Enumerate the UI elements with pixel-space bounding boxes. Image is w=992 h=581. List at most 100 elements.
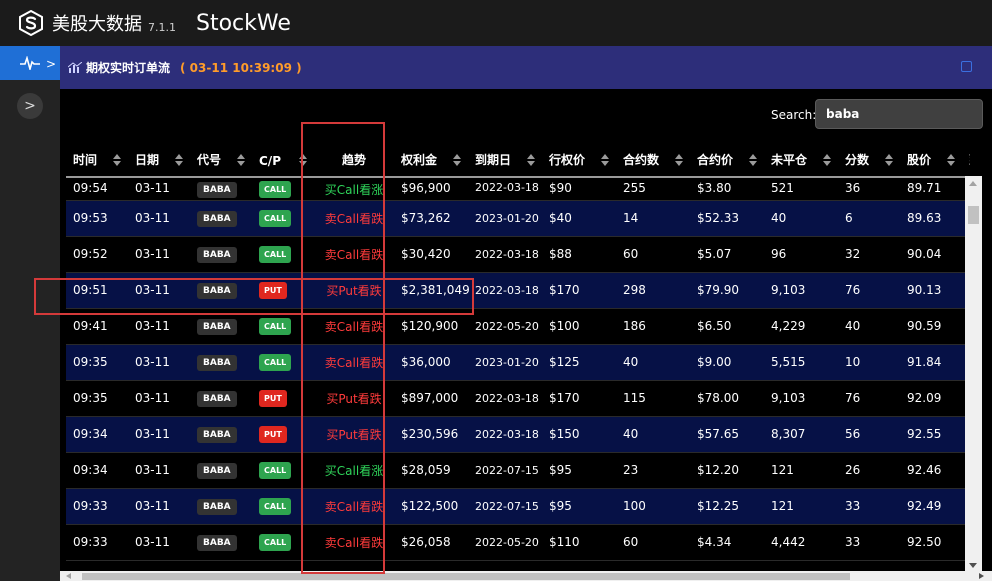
- cell-oi: 4,229: [764, 308, 838, 345]
- column-header[interactable]: 时间: [66, 141, 128, 178]
- column-header[interactable]: 到期天: [962, 141, 970, 178]
- column-header[interactable]: 股价: [900, 141, 962, 178]
- cell-ticker: BABA: [190, 524, 252, 561]
- sort-icon[interactable]: [675, 154, 684, 166]
- cell-premium: $73,262: [394, 200, 468, 237]
- column-header-label: C/P: [259, 154, 281, 168]
- cell-price: $12.25: [690, 488, 764, 525]
- cell-expiry: 2022-07-15: [468, 488, 542, 525]
- scrollbar-thumb[interactable]: [968, 206, 979, 224]
- table-row[interactable]: 09:51 03-11 BABA PUT 买Put看跌 $2,381,049 2022-03…: [66, 272, 970, 309]
- cp-badge: CALL: [259, 181, 292, 198]
- cell-time: 09:33: [66, 488, 128, 525]
- cell-score: 40: [838, 308, 900, 345]
- ticker-badge[interactable]: BABA: [197, 318, 237, 335]
- ticker-badge[interactable]: BABA: [197, 534, 237, 551]
- sidebar-item-realtime[interactable]: >: [0, 46, 60, 80]
- cell-premium: $897,000: [394, 380, 468, 417]
- cell-oi: 4,442: [764, 524, 838, 561]
- cell-trend: 买Put看跌: [314, 380, 394, 417]
- maximize-button[interactable]: [961, 61, 972, 72]
- column-header[interactable]: 分数: [838, 141, 900, 178]
- sort-icon[interactable]: [175, 154, 184, 166]
- table-row[interactable]: 09:41 03-11 BABA CALL 卖Call看跌 $120,900 2022-05…: [66, 308, 970, 345]
- cell-trend: 卖Call看跌: [314, 236, 394, 273]
- ticker-badge[interactable]: BABA: [197, 426, 237, 443]
- ticker-badge[interactable]: BABA: [197, 246, 237, 263]
- sort-icon[interactable]: [823, 154, 832, 166]
- cell-stock: 90.04: [900, 236, 962, 273]
- cell-ticker: BABA: [190, 452, 252, 489]
- cell-trend: 卖Call看跌: [314, 524, 394, 561]
- ticker-badge[interactable]: BABA: [197, 462, 237, 479]
- column-header[interactable]: C/P: [252, 141, 314, 178]
- cell-strike: $100: [542, 308, 616, 345]
- cell-score: 32: [838, 236, 900, 273]
- trend-label: 卖Call看跌: [324, 499, 384, 514]
- cell-expiry: 2023-01-20: [468, 200, 542, 237]
- cell-time: 09:54: [66, 177, 128, 201]
- table-row[interactable]: 09:34 03-11 BABA CALL 买Call看涨 $28,059 2022-07-…: [66, 452, 970, 489]
- sort-icon[interactable]: [947, 154, 956, 166]
- scroll-up-icon[interactable]: [969, 181, 977, 186]
- sidebar-expand-button[interactable]: >: [17, 93, 43, 119]
- cell-oi: 9,103: [764, 272, 838, 309]
- cp-badge: PUT: [259, 389, 287, 407]
- column-header[interactable]: 代号: [190, 141, 252, 178]
- table-row[interactable]: 09:35 03-11 BABA CALL 卖Call看跌 $36,000 2023-01-…: [66, 344, 970, 381]
- cell-score: 33: [838, 524, 900, 561]
- orders-table-container: 时间 日期 代号 C/P 趋势 权利金 到期日 行权价 合约数 合约价 未平仓 分数 股价 到期天 09:…: [66, 141, 970, 573]
- scroll-left-icon[interactable]: [66, 573, 71, 579]
- cell-oi: 521: [764, 177, 838, 201]
- ticker-badge[interactable]: BABA: [197, 498, 237, 515]
- ticker-badge[interactable]: BABA: [197, 354, 237, 371]
- scroll-right-icon[interactable]: [979, 573, 984, 579]
- ticker-badge[interactable]: BABA: [197, 210, 237, 227]
- ticker-badge[interactable]: BABA: [197, 282, 237, 299]
- search-input[interactable]: baba: [815, 99, 983, 129]
- column-header[interactable]: 行权价: [542, 141, 616, 178]
- horizontal-scrollbar[interactable]: [60, 571, 992, 581]
- scroll-down-icon[interactable]: [969, 563, 977, 568]
- hscrollbar-thumb[interactable]: [82, 573, 850, 580]
- cell-strike: $170: [542, 380, 616, 417]
- panel-header: 期权实时订单流 ( 03-11 10:39:09 ): [60, 46, 992, 89]
- app-version: 7.1.1: [148, 20, 176, 34]
- trend-label: 卖Call看跌: [324, 211, 384, 226]
- column-header[interactable]: 合约价: [690, 141, 764, 178]
- cell-time: 09:33: [66, 524, 128, 561]
- cell-stock: 92.49: [900, 488, 962, 525]
- sort-icon[interactable]: [237, 154, 246, 166]
- column-header[interactable]: 权利金: [394, 141, 468, 178]
- sort-icon[interactable]: [527, 154, 536, 166]
- cell-date: 03-11: [128, 200, 190, 237]
- sort-icon[interactable]: [749, 154, 758, 166]
- table-row[interactable]: 09:52 03-11 BABA CALL 卖Call看跌 $30,420 2022-03-…: [66, 236, 970, 273]
- ticker-badge[interactable]: BABA: [197, 182, 237, 198]
- sort-icon[interactable]: [601, 154, 610, 166]
- table-row[interactable]: 09:53 03-11 BABA CALL 卖Call看跌 $73,262 2023-01-…: [66, 200, 970, 237]
- column-header[interactable]: 趋势: [314, 141, 394, 178]
- column-header[interactable]: 合约数: [616, 141, 690, 178]
- sort-icon[interactable]: [453, 154, 462, 166]
- table-row[interactable]: 09:33 03-11 BABA CALL 卖Call看跌 $26,058 2022-05-…: [66, 524, 970, 561]
- sort-icon[interactable]: [299, 154, 308, 166]
- trend-label: 卖Call看跌: [324, 355, 384, 370]
- vertical-scrollbar[interactable]: [965, 176, 982, 573]
- column-header[interactable]: 日期: [128, 141, 190, 178]
- sort-icon[interactable]: [113, 154, 122, 166]
- cell-cp: PUT: [252, 380, 314, 417]
- column-header-label: 到期天: [969, 153, 970, 167]
- table-row[interactable]: 09:54 03-11 BABA CALL 买Call看涨 $96,900 2022-03-…: [66, 177, 970, 201]
- sort-icon[interactable]: [885, 154, 894, 166]
- table-row[interactable]: 09:34 03-11 BABA PUT 买Put看跌 $230,596 2022-03-1…: [66, 416, 970, 453]
- column-header[interactable]: 未平仓: [764, 141, 838, 178]
- panel-title: 期权实时订单流: [86, 61, 171, 75]
- cell-date: 03-11: [128, 272, 190, 309]
- cell-date: 03-11: [128, 380, 190, 417]
- column-header[interactable]: 到期日: [468, 141, 542, 178]
- cell-trend: 买Put看跌: [314, 272, 394, 309]
- table-row[interactable]: 09:33 03-11 BABA CALL 卖Call看跌 $122,500 2022-07…: [66, 488, 970, 525]
- table-row[interactable]: 09:35 03-11 BABA PUT 买Put看跌 $897,000 2022-03-1…: [66, 380, 970, 417]
- ticker-badge[interactable]: BABA: [197, 390, 237, 407]
